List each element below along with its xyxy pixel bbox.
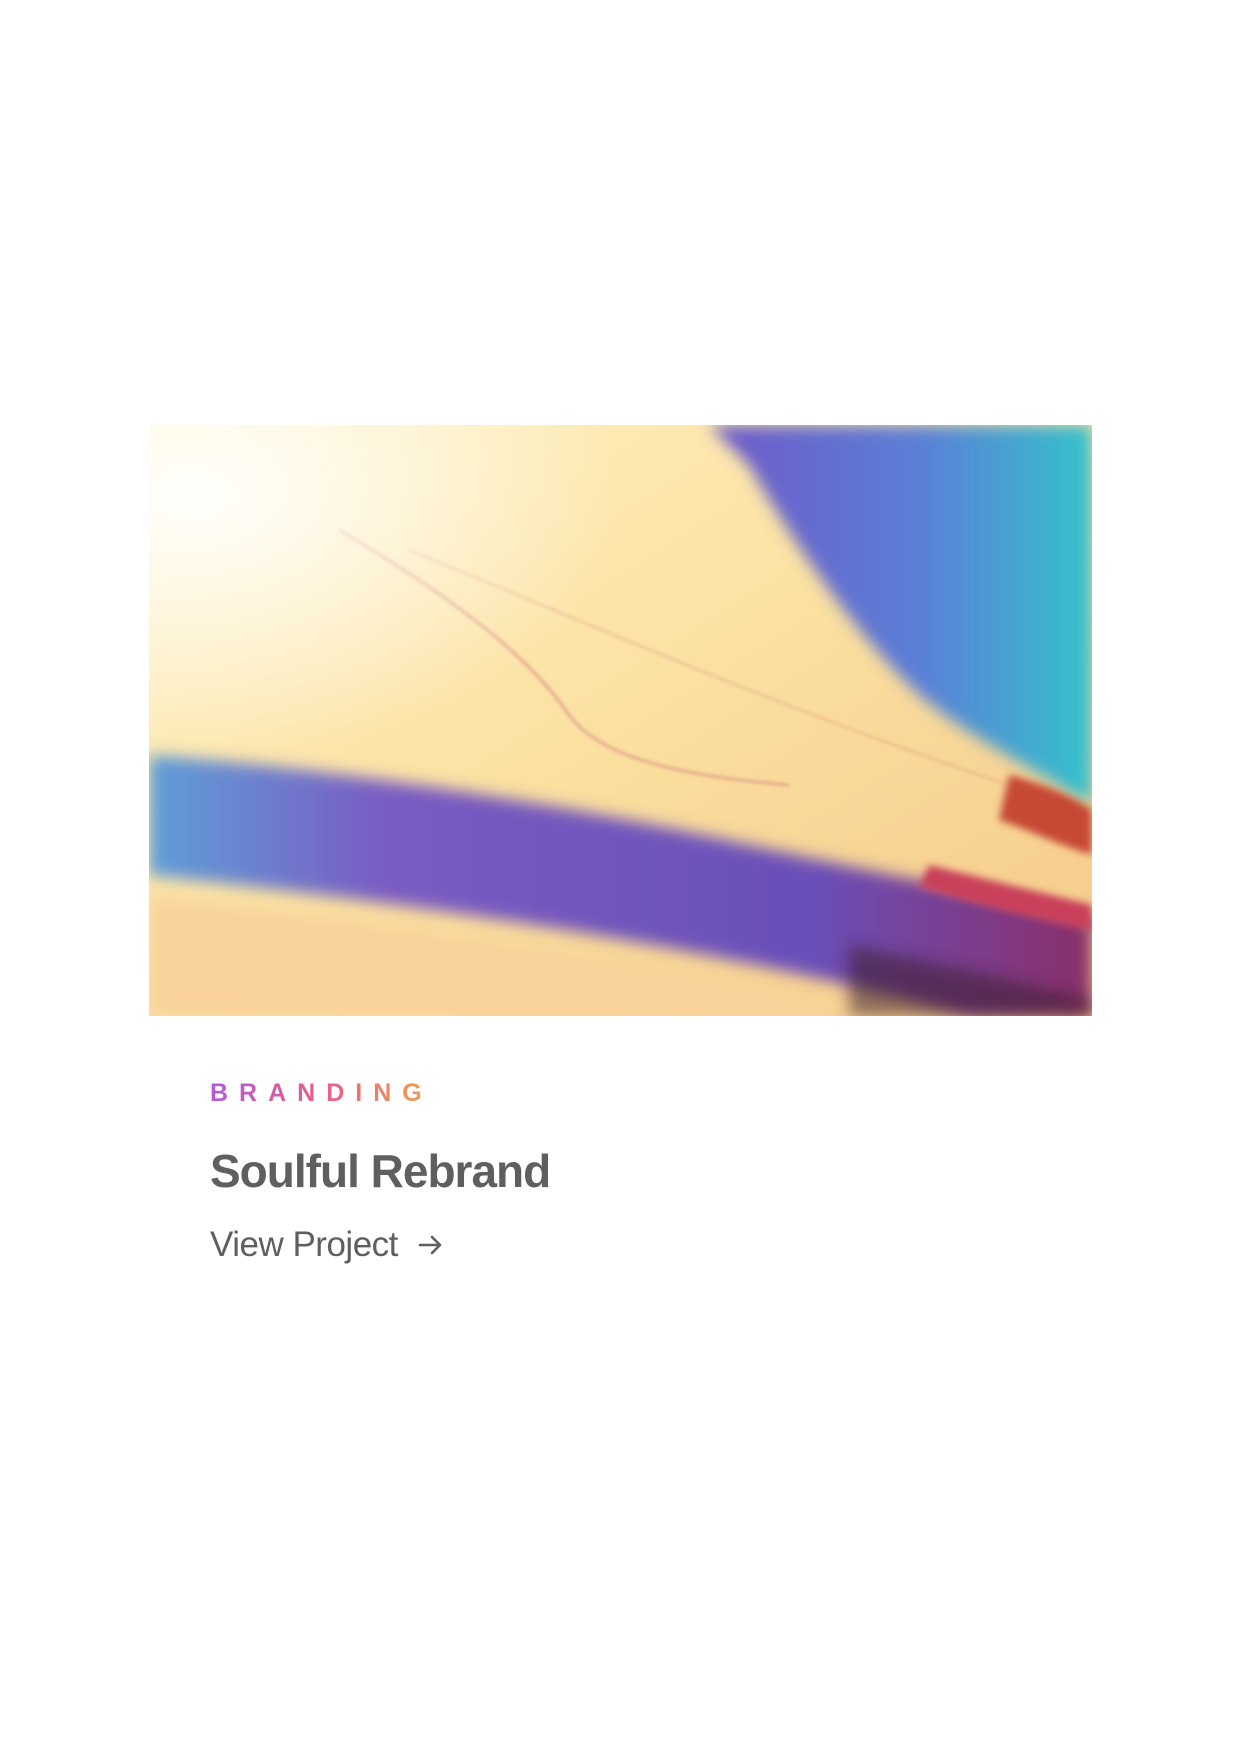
view-project-link[interactable]: View Project bbox=[210, 1224, 446, 1266]
project-card: BRANDING Soulful Rebrand View Project bbox=[149, 425, 1092, 1266]
category-label: BRANDING bbox=[210, 1079, 433, 1107]
project-meta: BRANDING Soulful Rebrand View Project bbox=[149, 1016, 1092, 1266]
view-project-label: View Project bbox=[210, 1225, 398, 1264]
project-image[interactable] bbox=[149, 425, 1092, 1016]
page: BRANDING Soulful Rebrand View Project bbox=[0, 0, 1241, 1754]
arrow-right-icon bbox=[416, 1230, 446, 1260]
abstract-gradient-image bbox=[149, 425, 1092, 1016]
project-title: Soulful Rebrand bbox=[210, 1145, 551, 1197]
